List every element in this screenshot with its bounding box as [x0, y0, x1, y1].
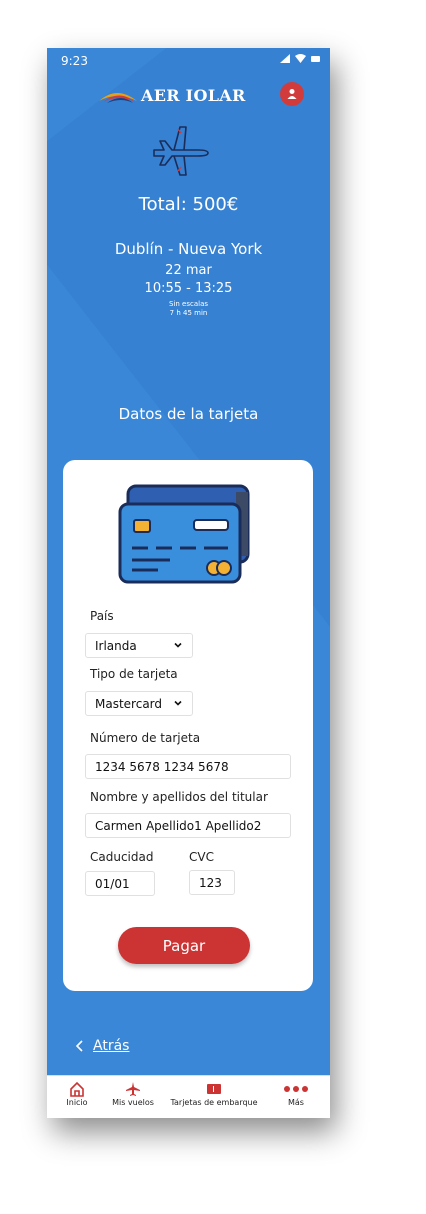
- country-select[interactable]: Irlanda: [85, 633, 193, 658]
- nav-item-my-flights[interactable]: Mis vuelos: [105, 1080, 161, 1107]
- status-icons: [280, 54, 320, 63]
- phone-screen: 9:23 AER IOLAR Total: 500€ Dublín - Nuev…: [47, 48, 330, 1118]
- card-type-select[interactable]: Mastercard: [85, 691, 193, 716]
- card-type-value: Mastercard: [95, 696, 163, 711]
- chevron-down-icon: [174, 700, 182, 706]
- chevron-down-icon: [174, 642, 182, 648]
- country-label: País: [90, 609, 114, 623]
- cvc-label: CVC: [189, 850, 214, 864]
- plane-icon: [126, 1082, 140, 1096]
- nav-item-home[interactable]: Inicio: [53, 1080, 101, 1107]
- flight-date: 22 mar: [165, 263, 212, 278]
- status-bar: 9:23: [47, 48, 330, 70]
- expiry-input[interactable]: 01/01: [85, 871, 155, 896]
- back-link[interactable]: Atrás: [75, 1038, 129, 1054]
- flight-duration: 7 h 45 min: [169, 309, 208, 317]
- brand-logo[interactable]: AER IOLAR: [99, 86, 246, 105]
- nav-item-more[interactable]: Más: [271, 1080, 321, 1107]
- country-value: Irlanda: [95, 638, 137, 653]
- pay-button[interactable]: Pagar: [118, 927, 250, 964]
- nav-label-more: Más: [288, 1098, 304, 1107]
- user-icon: [287, 89, 297, 99]
- battery-icon: [311, 55, 320, 62]
- boarding-pass-icon: [207, 1084, 221, 1094]
- flight-route: Dublín - Nueva York: [114, 240, 263, 258]
- back-label: Atrás: [93, 1038, 130, 1054]
- more-icon: [284, 1086, 308, 1092]
- nav-item-boarding-passes[interactable]: Tarjetas de embarque: [165, 1080, 263, 1107]
- expiry-label: Caducidad: [90, 850, 154, 864]
- card-form-panel: País Irlanda Tipo de tarjeta Mastercard …: [63, 460, 313, 991]
- airplane-icon: [153, 126, 209, 176]
- bottom-navigation: Inicio Mis vuelos Tarjetas de embarque M…: [47, 1075, 330, 1118]
- card-number-label: Número de tarjeta: [90, 731, 201, 745]
- wifi-icon: [295, 54, 306, 63]
- app-header: AER IOLAR: [47, 80, 330, 110]
- card-number-input[interactable]: 1234 5678 1234 5678: [85, 754, 291, 779]
- nav-label-boarding-passes: Tarjetas de embarque: [170, 1098, 258, 1107]
- nav-label-home: Inicio: [66, 1098, 88, 1107]
- card-section-title: Datos de la tarjeta: [118, 405, 259, 423]
- logo-swoosh-icon: [99, 92, 137, 103]
- credit-card-icon: [118, 484, 250, 584]
- holder-name-label: Nombre y apellidos del titular: [90, 790, 268, 804]
- card-type-label: Tipo de tarjeta: [90, 667, 178, 681]
- total-price: Total: 500€: [138, 194, 239, 215]
- status-time: 9:23: [61, 54, 88, 68]
- flight-times: 10:55 - 13:25: [144, 281, 233, 296]
- chevron-left-icon: [75, 1040, 83, 1052]
- brand-name: AER IOLAR: [141, 86, 246, 105]
- user-avatar-button[interactable]: [280, 82, 304, 106]
- cvc-input[interactable]: 123: [189, 870, 235, 895]
- home-icon: [70, 1081, 84, 1097]
- nav-label-my-flights: Mis vuelos: [112, 1098, 154, 1107]
- holder-name-input[interactable]: Carmen Apellido1 Apellido2: [85, 813, 291, 838]
- flight-stops: Sin escalas: [168, 300, 209, 308]
- signal-icon: [280, 54, 290, 63]
